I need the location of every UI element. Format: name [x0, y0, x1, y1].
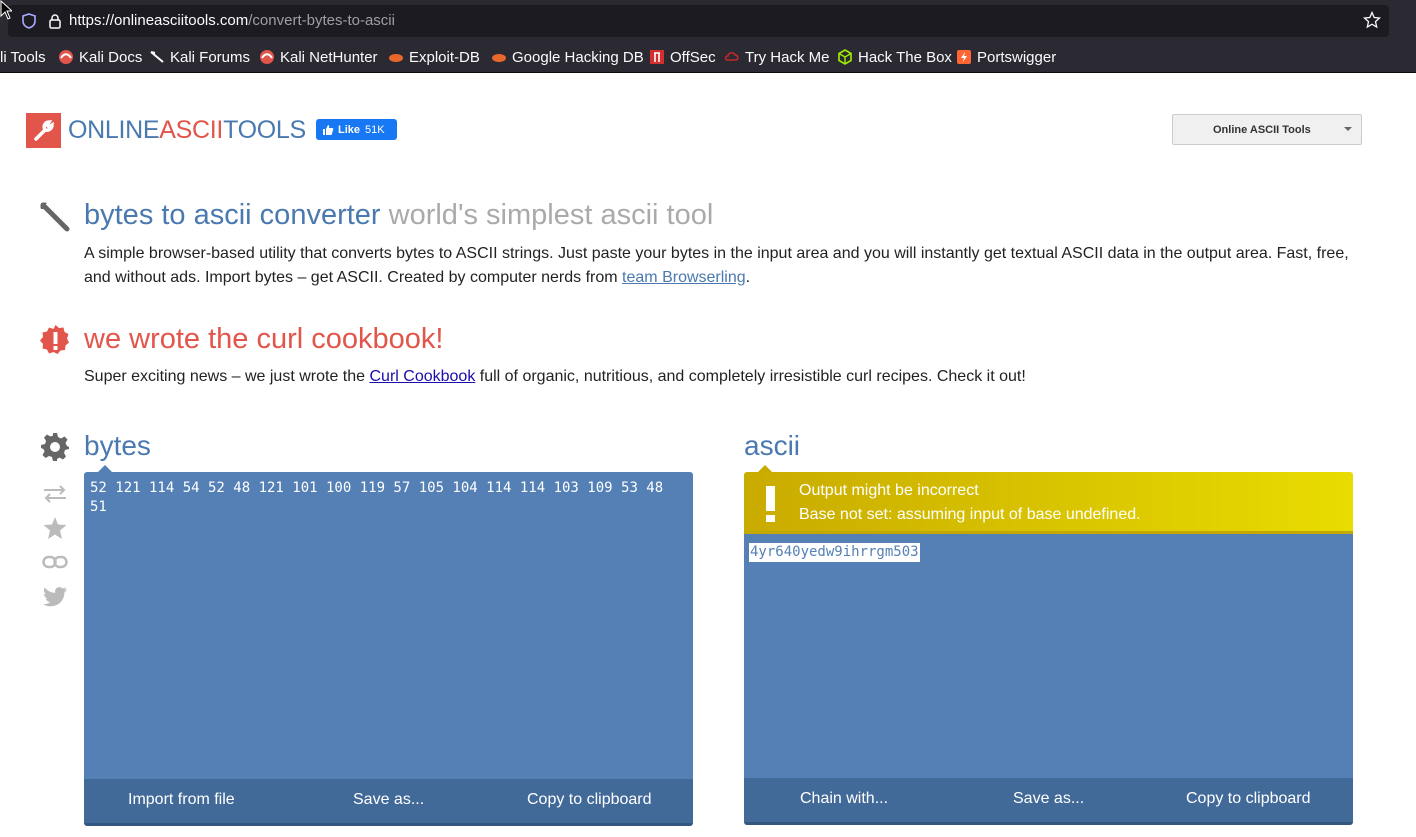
- tryhackme-icon: [724, 52, 739, 61]
- exploit-db-icon: [389, 54, 403, 62]
- browser-toolbar: https://onlineasciitools.com/convert-byt…: [0, 0, 1416, 40]
- bookmark-label: Hack The Box: [858, 48, 952, 66]
- output-value[interactable]: 4yr640yedw9ihrrgm503: [749, 543, 920, 562]
- swap-arrows-icon[interactable]: [42, 485, 68, 503]
- warning-text: Base not set: assuming input of base und…: [799, 506, 1141, 523]
- output-textarea[interactable]: 4yr640yedw9ihrrgm503: [744, 534, 1353, 779]
- output-copy-to-clipboard-button[interactable]: Copy to clipboard: [1186, 790, 1311, 808]
- chain-with-button[interactable]: Chain with...: [800, 790, 888, 808]
- page-title: bytes to ascii converter world's simples…: [84, 199, 713, 232]
- bookmark-label: li Tools: [0, 48, 46, 66]
- wrench-icon: [40, 202, 70, 232]
- news-text: Super exciting news – we just wrote the: [84, 368, 370, 385]
- url-host: https://onlineasciitools.com: [69, 12, 249, 29]
- lock-icon[interactable]: [48, 13, 62, 29]
- input-copy-to-clipboard-button[interactable]: Copy to clipboard: [527, 791, 652, 809]
- site-logo[interactable]: ONLINEASCIITOOLS: [68, 116, 306, 145]
- bookmark-kali-forums[interactable]: Kali Forums: [149, 48, 250, 66]
- news-title: we wrote the curl cookbook!: [84, 323, 444, 355]
- bookmark-label: Kali Docs: [79, 48, 143, 66]
- team-browserling-link[interactable]: team Browserling: [622, 269, 746, 286]
- logo-wrench-icon[interactable]: [26, 113, 61, 148]
- bookmark-try-hack-me[interactable]: Try Hack Me: [724, 48, 829, 66]
- bookmark-label: Try Hack Me: [745, 48, 830, 66]
- url-path: /convert-bytes-to-ascii: [248, 12, 395, 29]
- bookmark-kali-nethunter[interactable]: Kali NetHunter: [259, 48, 378, 66]
- bookmark-exploit-db[interactable]: Exploit-DB: [388, 48, 480, 66]
- input-button-bar: Import from file Save as... Copy to clip…: [84, 779, 693, 826]
- input-textarea[interactable]: 52 121 114 54 52 48 121 101 100 119 57 1…: [84, 465, 693, 779]
- bookmark-label: OffSec: [670, 48, 716, 66]
- bookmark-hack-the-box[interactable]: Hack The Box: [837, 48, 952, 66]
- curl-cookbook-link[interactable]: Curl Cookbook: [369, 368, 475, 385]
- bookmark-google-hacking-db[interactable]: Google Hacking DB: [491, 48, 644, 66]
- bookmark-offsec[interactable]: OffSec: [649, 48, 716, 66]
- news-description: Super exciting news – we just wrote the …: [84, 365, 1026, 389]
- hackthebox-icon: [838, 49, 852, 65]
- mouse-cursor-icon: [0, 0, 12, 20]
- bookmark-label: Kali NetHunter: [280, 48, 378, 66]
- chevron-down-icon: [1344, 127, 1352, 131]
- kali-docs-icon: [59, 50, 73, 64]
- exclamation-icon: [766, 486, 775, 522]
- tools-dropdown-label: Online ASCII Tools: [1213, 123, 1311, 136]
- thumbs-up-icon: [323, 124, 334, 135]
- input-panel-title: bytes: [84, 430, 151, 461]
- facebook-like-button[interactable]: Like 51K: [316, 119, 397, 140]
- output-warning: Output might be incorrect Base not set: …: [744, 465, 1353, 534]
- input-value[interactable]: 52 121 114 54 52 48 121 101 100 119 57 1…: [90, 479, 680, 517]
- shield-icon[interactable]: [22, 13, 36, 29]
- tools-dropdown[interactable]: Online ASCII Tools: [1172, 114, 1362, 145]
- logo-part-ascii: ASCII: [159, 116, 224, 144]
- input-pointer: [98, 465, 112, 472]
- tool-name: bytes to ascii converter: [84, 199, 381, 231]
- logo-part-online: ONLINE: [68, 116, 160, 144]
- output-save-as-button[interactable]: Save as...: [1013, 790, 1084, 808]
- import-from-file-button[interactable]: Import from file: [128, 791, 235, 809]
- ghdb-icon: [492, 54, 506, 62]
- warning-title: Output might be incorrect: [799, 482, 979, 499]
- description-end: .: [745, 269, 751, 286]
- kali-forums-icon: [150, 51, 164, 63]
- settings-gear-icon[interactable]: [40, 432, 70, 462]
- star-icon[interactable]: [42, 516, 68, 540]
- input-save-as-button[interactable]: Save as...: [353, 791, 424, 809]
- tool-description: A simple browser-based utility that conv…: [84, 242, 1354, 290]
- bookmark-label: Exploit-DB: [409, 48, 480, 66]
- address-bar[interactable]: https://onlineasciitools.com/convert-byt…: [8, 5, 1389, 37]
- portswigger-icon: [957, 50, 971, 64]
- kali-nethunter-icon: [260, 50, 274, 64]
- fb-like-count: 51K: [365, 123, 385, 136]
- bookmark-kali-docs[interactable]: Kali Docs: [58, 48, 142, 66]
- output-panel-title: ascii: [744, 430, 801, 461]
- link-icon[interactable]: [42, 553, 68, 571]
- output-button-bar: Chain with... Save as... Copy to clipboa…: [744, 778, 1353, 825]
- fb-like-label: Like: [338, 123, 361, 136]
- url-text[interactable]: https://onlineasciitools.com/convert-byt…: [69, 12, 395, 29]
- offsec-icon: [650, 50, 664, 64]
- twitter-icon[interactable]: [42, 586, 68, 608]
- warning-pointer: [758, 465, 772, 472]
- news-text-end: full of organic, nutritious, and complet…: [475, 368, 1026, 385]
- bookmarks-toolbar: li Tools Kali Docs Kali Forums Kali NetH…: [0, 40, 1416, 73]
- bookmark-kali-tools[interactable]: li Tools: [0, 48, 46, 66]
- bookmark-portswigger[interactable]: Portswigger: [956, 48, 1056, 66]
- alert-badge-icon: [40, 325, 69, 354]
- bookmark-label: Google Hacking DB: [512, 48, 644, 66]
- bookmark-star-icon[interactable]: [1363, 11, 1381, 29]
- bookmark-label: Portswigger: [977, 48, 1057, 66]
- tool-tagline: world's simplest ascii tool: [388, 199, 714, 231]
- logo-part-tools: TOOLS: [223, 116, 306, 144]
- bookmark-label: Kali Forums: [170, 48, 251, 66]
